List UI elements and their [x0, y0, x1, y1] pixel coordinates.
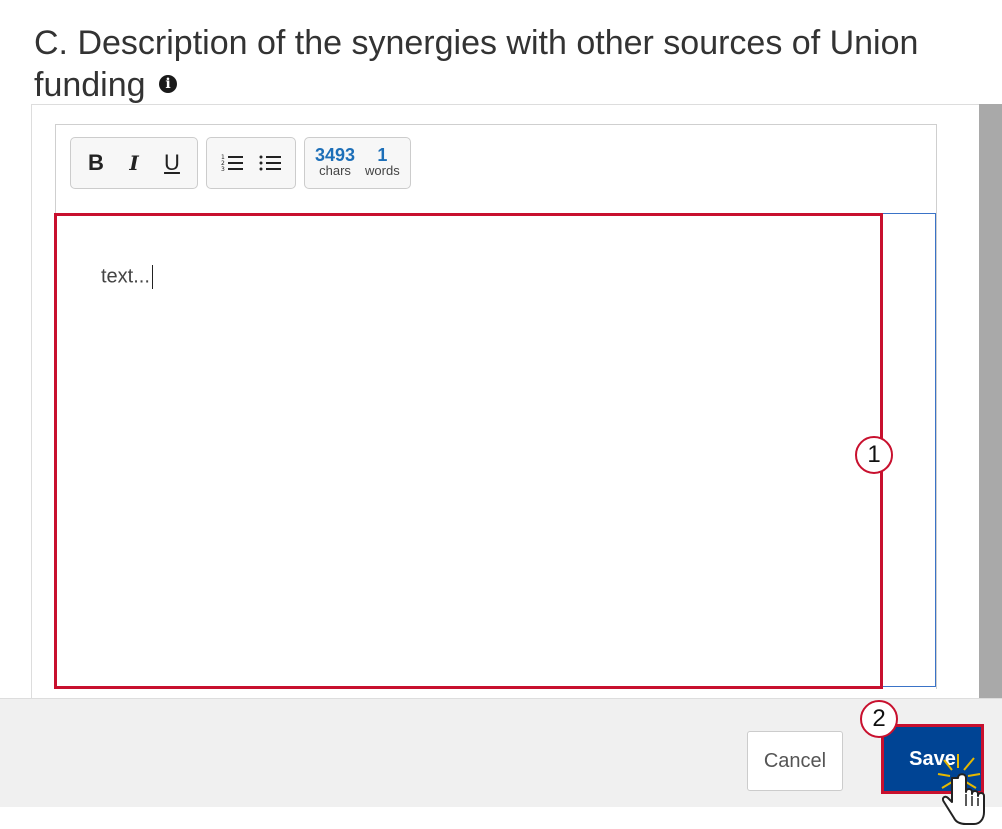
chars-label: chars	[319, 163, 351, 178]
words-count: 1	[377, 145, 388, 165]
form-footer	[0, 698, 1002, 807]
text-area-content[interactable]: text...	[101, 265, 153, 289]
unordered-list-button[interactable]	[251, 143, 289, 183]
svg-text:3: 3	[221, 166, 225, 173]
bold-button[interactable]: B	[77, 143, 115, 183]
unordered-list-icon	[259, 155, 281, 171]
hand-cursor-icon	[937, 754, 985, 825]
text-area-highlight	[54, 213, 883, 689]
callout-2: 2	[860, 700, 898, 738]
section-title: C. Description of the synergies with oth…	[34, 22, 1000, 106]
chars-counter: 3493 chars	[315, 145, 356, 179]
chars-count: 3493	[315, 145, 356, 165]
format-group: B I U	[70, 137, 198, 189]
cancel-button[interactable]: Cancel	[747, 731, 843, 791]
text-value: text...	[101, 265, 150, 288]
scrollbar[interactable]	[979, 104, 1002, 698]
underline-button[interactable]: U	[153, 143, 191, 183]
ordered-list-icon: 1 2 3	[221, 154, 243, 173]
scrollbar-thumb[interactable]	[979, 104, 1002, 698]
text-caret	[151, 265, 153, 289]
words-label: words	[365, 163, 400, 178]
info-circle-icon[interactable]: i	[159, 75, 177, 94]
callout-1: 1	[855, 436, 893, 474]
editor-toolbar: B I U 1 2 3 3493 chars 1 words	[70, 137, 411, 189]
words-counter: 1 words	[365, 145, 400, 179]
italic-button[interactable]: I	[115, 143, 153, 183]
ordered-list-button[interactable]: 1 2 3	[213, 143, 251, 183]
character-counter: 3493 chars 1 words	[304, 137, 411, 189]
list-group: 1 2 3	[206, 137, 296, 189]
